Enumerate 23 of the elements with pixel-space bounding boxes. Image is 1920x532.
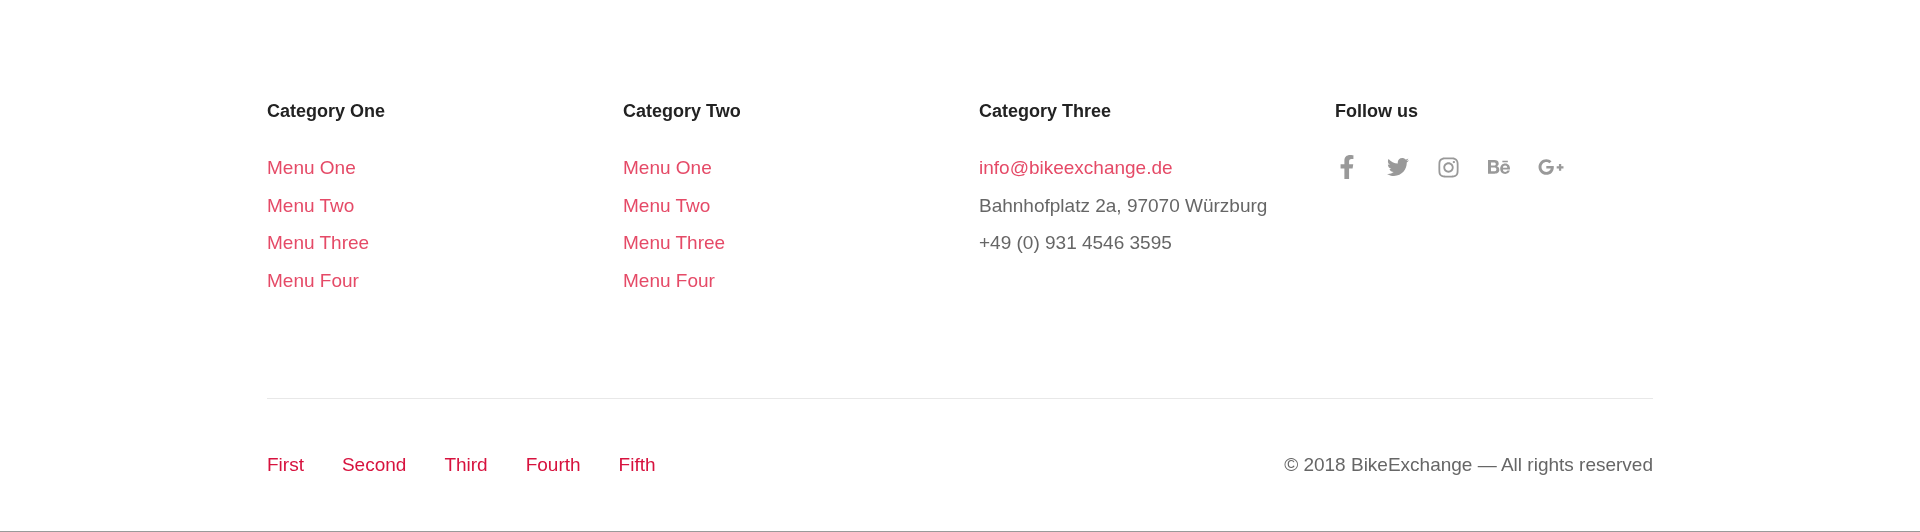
bottom-nav-link[interactable]: Fifth [618, 450, 656, 480]
footer-link[interactable]: Menu Three [623, 224, 726, 262]
footer-link[interactable]: Menu Two [623, 186, 711, 224]
footer-link[interactable]: info@bikeexchange.de [979, 149, 1173, 187]
contact-text: Bahnhofplatz 2a, 97070 Würzburg [979, 193, 1268, 218]
bottom-nav-link[interactable]: Third [444, 450, 488, 480]
copyright-text: © 2018 BikeExchange — All rights reserved [1284, 452, 1653, 477]
contact-text: +49 (0) 931 4546 3595 [979, 231, 1172, 255]
footer-link[interactable]: Menu Three [267, 224, 370, 262]
footer-link[interactable]: Menu One [267, 149, 356, 187]
column-heading: Category Three [979, 100, 1112, 123]
twitter-icon[interactable] [1387, 156, 1409, 178]
column-heading: Category One [267, 100, 386, 123]
bottom-nav-link[interactable]: Fourth [525, 450, 581, 480]
instagram-icon[interactable] [1437, 155, 1460, 179]
footer-link[interactable]: Menu Two [267, 186, 355, 224]
bottom-nav-link[interactable]: Second [341, 450, 407, 480]
column-heading: Follow us [1335, 100, 1418, 123]
footer-link[interactable]: Menu Four [267, 261, 359, 299]
column-heading: Category Two [623, 100, 741, 123]
bottom-nav-link[interactable]: First [267, 450, 304, 480]
footer-link[interactable]: Menu Four [623, 261, 715, 299]
footer-link[interactable]: Menu One [623, 149, 712, 187]
